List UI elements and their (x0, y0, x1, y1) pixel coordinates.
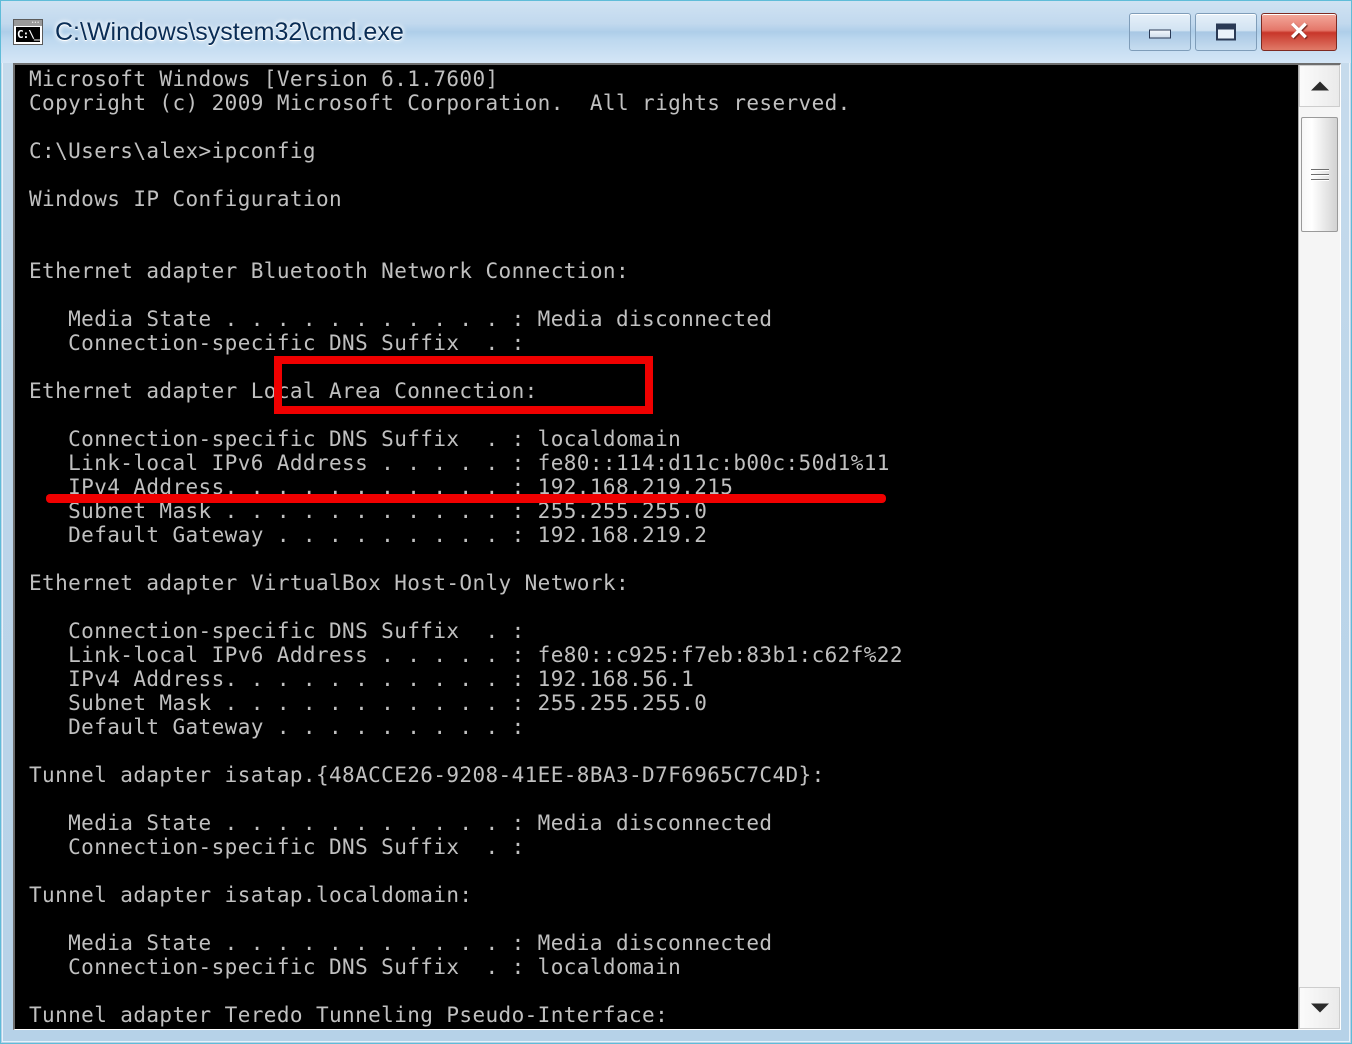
console-line: Connection-specific DNS Suffix . : (29, 619, 525, 643)
maximize-button[interactable] (1195, 13, 1257, 51)
cmd-console-icon: ••• C:\_ (13, 19, 43, 45)
window-title: C:\Windows\system32\cmd.exe (55, 17, 404, 46)
console-line: Connection-specific DNS Suffix . : (29, 835, 525, 859)
console-line: Copyright (c) 2009 Microsoft Corporation… (29, 91, 851, 115)
window-controls: ✕ (1129, 13, 1351, 51)
console-client-area: Microsoft Windows [Version 6.1.7600] Copy… (13, 63, 1341, 1030)
console-line: Media State . . . . . . . . . . . : Medi… (29, 811, 773, 835)
console-line: Connection-specific DNS Suffix . : local… (29, 955, 682, 979)
close-button[interactable]: ✕ (1261, 13, 1337, 51)
console-line: Media State . . . . . . . . . . . : Medi… (29, 307, 773, 331)
console-line: Connection-specific DNS Suffix . : (29, 331, 525, 355)
console-line: Link-local IPv6 Address . . . . . : fe80… (29, 643, 903, 667)
console-line: Microsoft Windows [Version 6.1.7600] (29, 67, 499, 91)
scrollbar-down-button[interactable] (1299, 987, 1340, 1029)
console-line: Tunnel adapter isatap.{48ACCE26-9208-41E… (29, 763, 825, 787)
console-scrollbar[interactable] (1298, 65, 1340, 1029)
console-line: Tunnel adapter Teredo Tunneling Pseudo-I… (29, 1003, 669, 1027)
console-line: Ethernet adapter VirtualBox Host-Only Ne… (29, 571, 629, 595)
maximize-icon (1216, 23, 1236, 41)
console-line: Media State . . . . . . . . . . . : Medi… (29, 931, 773, 955)
scrollbar-grip-icon (1310, 166, 1329, 184)
title-bar-left: ••• C:\_ C:\Windows\system32\cmd.exe (1, 18, 1129, 47)
scrollbar-up-button[interactable] (1299, 65, 1340, 107)
scrollbar-thumb[interactable] (1301, 117, 1338, 232)
console-line: Subnet Mask . . . . . . . . . . . : 255.… (29, 691, 708, 715)
scrollbar-track[interactable] (1299, 107, 1340, 987)
console-line: IPv4 Address. . . . . . . . . . . : 192.… (29, 667, 695, 691)
console-line: Windows IP Configuration (29, 187, 343, 211)
console-line: Connection-specific DNS Suffix . : local… (29, 427, 682, 451)
console-line: Default Gateway . . . . . . . . . : (29, 715, 525, 739)
cmd-window: ••• C:\_ C:\Windows\system32\cmd.exe ✕ M… (0, 0, 1352, 1044)
close-icon: ✕ (1288, 17, 1310, 46)
icon-titlebar-dots: ••• (31, 20, 40, 26)
minimize-icon (1149, 29, 1171, 39)
console-line: C:\Users\alex>ipconfig (29, 139, 316, 163)
console-line: Ethernet adapter Local Area Connection: (29, 379, 538, 403)
console-text: Microsoft Windows [Version 6.1.7600] Copy… (29, 65, 1298, 1027)
chevron-up-icon (1310, 81, 1329, 91)
console-line: Tunnel adapter isatap.localdomain: (29, 883, 473, 907)
console-output-surface[interactable]: Microsoft Windows [Version 6.1.7600] Copy… (15, 65, 1298, 1029)
icon-screen-text: C:\_ (16, 27, 40, 42)
console-line: Link-local IPv6 Address . . . . . : fe80… (29, 451, 890, 475)
chevron-down-icon (1310, 1003, 1329, 1013)
console-line: Default Gateway . . . . . . . . . : 192.… (29, 523, 708, 547)
minimize-button[interactable] (1129, 13, 1191, 51)
console-line: Ethernet adapter Bluetooth Network Conne… (29, 259, 629, 283)
console-line: Subnet Mask . . . . . . . . . . . : 255.… (29, 499, 708, 523)
title-bar[interactable]: ••• C:\_ C:\Windows\system32\cmd.exe ✕ (1, 1, 1351, 63)
console-line: IPv4 Address. . . . . . . . . . . : 192.… (29, 475, 734, 499)
